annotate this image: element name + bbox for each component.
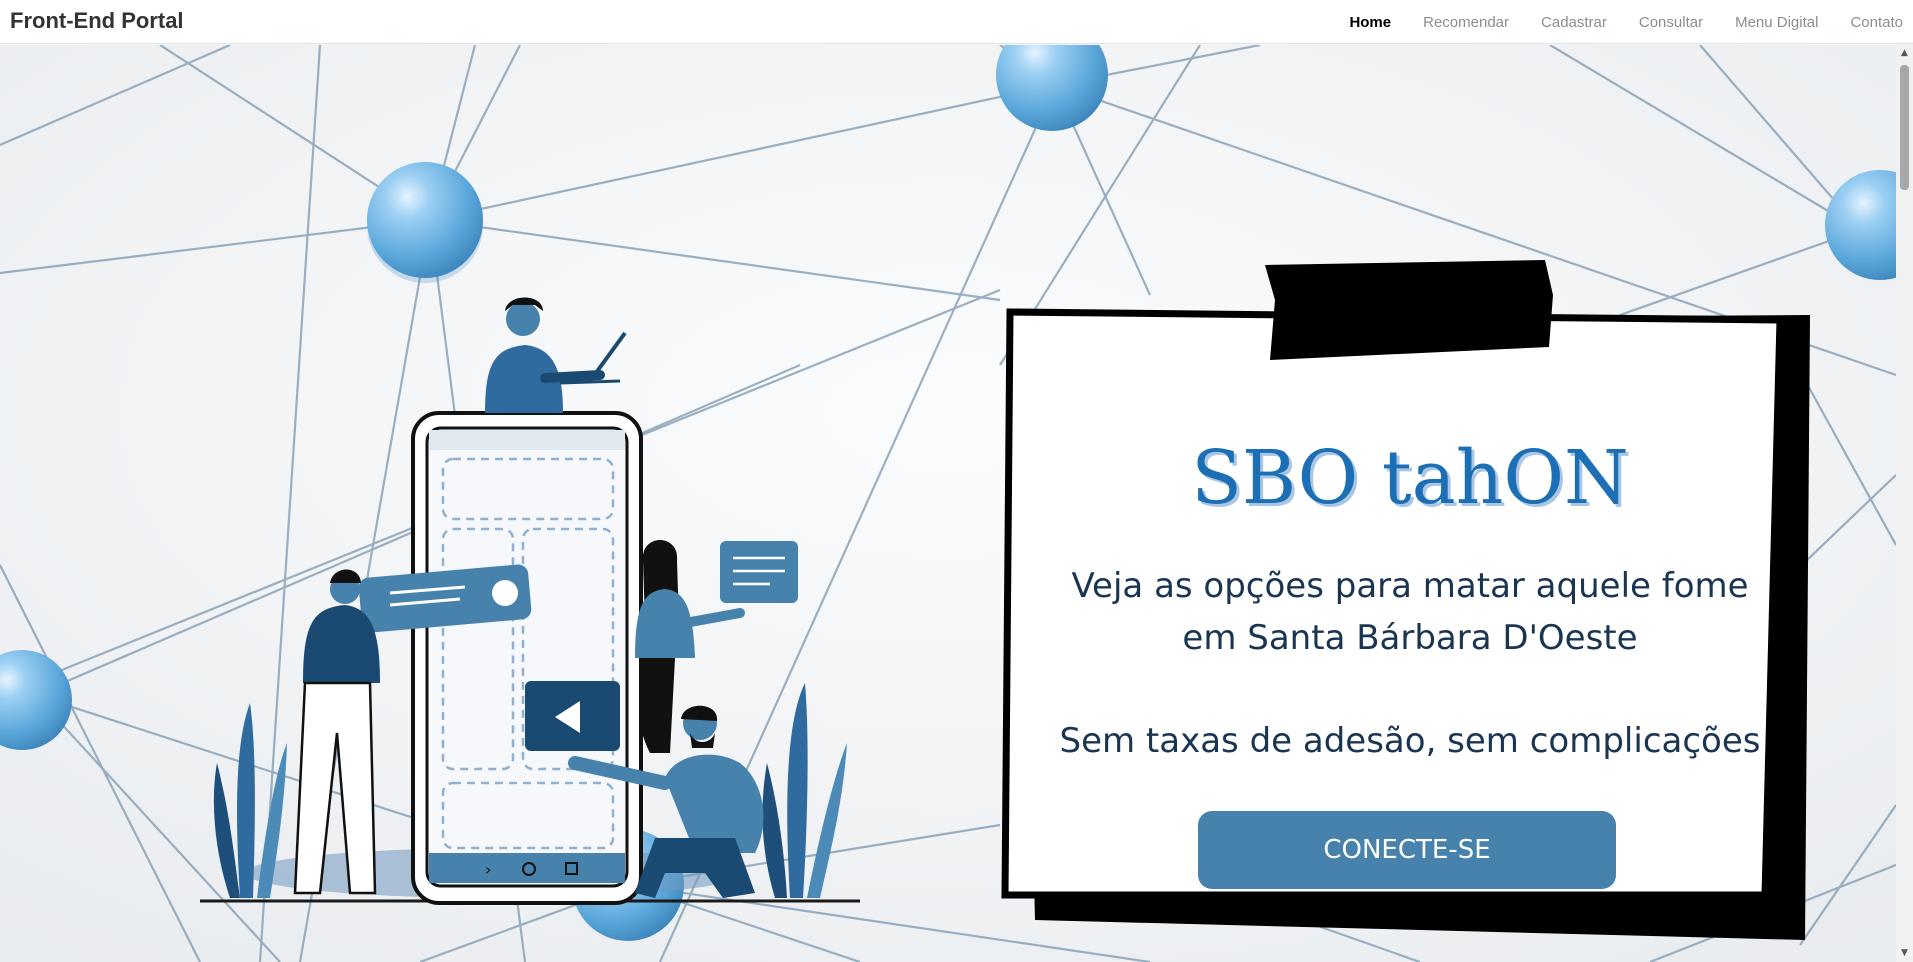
nav-recomendar[interactable]: Recomendar xyxy=(1423,14,1509,31)
scroll-up-icon[interactable]: ▲ xyxy=(1896,45,1913,62)
nav-contato[interactable]: Contato xyxy=(1850,14,1903,31)
top-navbar: Front-End Portal Home Recomendar Cadastr… xyxy=(0,0,1913,44)
tagline-line-3: Sem taxas de adesão, sem complicações xyxy=(1059,721,1761,761)
promo-card: SBO tahON Veja as opções para matar aque… xyxy=(1000,260,1820,950)
nav-cadastrar[interactable]: Cadastrar xyxy=(1541,14,1607,31)
nav-links: Home Recomendar Cadastrar Consultar Menu… xyxy=(1317,0,1903,44)
nav-consultar[interactable]: Consultar xyxy=(1639,14,1703,31)
scroll-thumb[interactable] xyxy=(1900,65,1909,190)
plant-right-icon xyxy=(762,683,847,898)
hero-section: › SBO tahON Veja as opções para matar aq… xyxy=(0,45,1896,962)
page-title: SBO tahON xyxy=(1191,435,1629,521)
brand-link[interactable]: Front-End Portal xyxy=(10,8,184,34)
tape-strip xyxy=(1265,260,1553,360)
team-phone-illustration: › xyxy=(200,297,860,905)
nav-menu-digital[interactable]: Menu Digital xyxy=(1735,14,1818,31)
tagline-line-1: Veja as opções para matar aquele fome xyxy=(1071,566,1749,606)
nav-home[interactable]: Home xyxy=(1349,14,1391,31)
tagline-line-2: em Santa Bárbara D'Oeste xyxy=(1182,618,1638,658)
connect-button[interactable]: CONECTE-SE xyxy=(1198,811,1616,889)
svg-text:›: › xyxy=(485,860,491,879)
vertical-scrollbar[interactable]: ▲ ▼ xyxy=(1896,45,1913,962)
scroll-down-icon[interactable]: ▼ xyxy=(1896,945,1913,962)
